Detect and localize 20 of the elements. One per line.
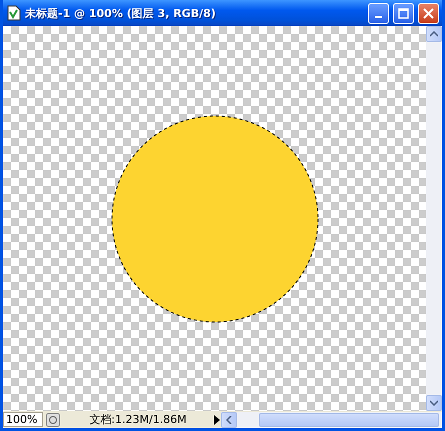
chevron-up-icon [430,31,438,37]
maximize-icon [398,8,409,18]
status-icon[interactable] [46,412,60,426]
horizontal-scrollbar[interactable] [221,412,442,428]
scroll-left-button[interactable] [221,412,237,428]
chevron-left-icon [226,416,232,424]
scroll-down-button[interactable] [426,395,442,411]
document-icon [7,5,21,21]
chevron-down-icon [430,400,438,406]
close-button[interactable] [418,2,439,24]
vertical-scrollbar[interactable] [426,26,442,411]
zoom-field[interactable]: 100% [3,412,43,427]
minimize-button[interactable] [368,2,389,24]
scroll-up-button[interactable] [426,26,442,42]
scroll-thumb[interactable] [259,412,439,426]
maximize-button[interactable] [393,2,414,24]
close-icon [423,8,434,18]
minimize-icon [375,16,382,18]
document-size: 文档:1.23M/1.86M [88,412,188,427]
window-title: 未标题-1 @ 100% (图层 3, RGB/8) [25,6,217,20]
